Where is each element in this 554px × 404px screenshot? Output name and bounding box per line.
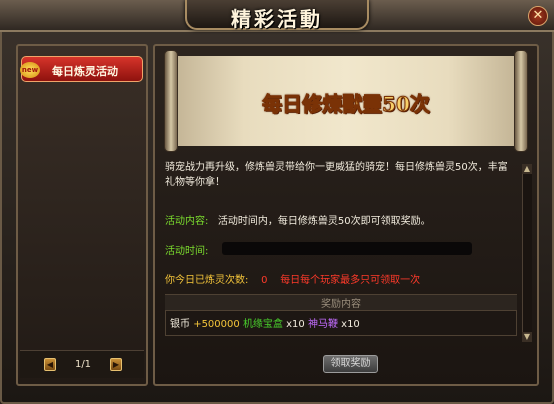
limit-note: 每日每个玩家最多只可领取一次: [280, 275, 421, 286]
new-badge-icon: new: [20, 62, 40, 78]
time-value-redacted: [222, 242, 472, 255]
claim-reward-button[interactable]: 领取奖励: [323, 355, 378, 373]
banner-title: 每日修煉獸靈50次: [262, 92, 431, 117]
count-row: 你今日已炼灵次数: 0 每日每个玩家最多只可领取一次: [165, 271, 420, 287]
event-list-item-daily-refine[interactable]: new 每日炼灵活动: [20, 56, 143, 82]
scroll-rod-right: [514, 50, 528, 152]
event-list-item-label: 每日炼灵活动: [52, 65, 118, 78]
prev-page-button[interactable]: ◀: [44, 358, 56, 371]
page-indicator: 1/1: [74, 359, 92, 370]
reward-item2-qty: x10: [341, 319, 360, 330]
reward-silver-label: 银币: [170, 319, 190, 330]
content-scrollbar[interactable]: [522, 164, 532, 342]
event-description: 骑宠战力再升级，修炼兽灵带给你一更威猛的骑宠！每日修炼兽灵50次，丰富礼物等你拿…: [165, 162, 508, 188]
reward-silver-amount: +500000: [193, 319, 240, 330]
content-text: 活动时间内，每日修炼兽灵50次即可领取奖励。: [217, 216, 431, 227]
count-label: 你今日已炼灵次数:: [165, 275, 249, 286]
scroll-up-icon[interactable]: ▲: [522, 164, 532, 174]
reward-list: 银币 +500000 机缘宝盒 x10 神马鞭 x10: [170, 318, 360, 332]
time-row: 活动时间:: [165, 242, 208, 258]
next-page-button[interactable]: ▶: [110, 358, 122, 371]
reward-item2-name[interactable]: 神马鞭: [308, 319, 338, 330]
event-list-panel: [16, 44, 148, 386]
content-row: 活动内容: 活动时间内，每日修炼兽灵50次即可领取奖励。: [165, 212, 431, 228]
reward-item1-name[interactable]: 机缘宝盒: [243, 319, 283, 330]
reward-item1-qty: x10: [286, 319, 305, 330]
scroll-down-icon[interactable]: ▼: [522, 332, 532, 342]
count-value: 0: [261, 275, 268, 286]
time-label: 活动时间:: [165, 246, 209, 257]
content-label: 活动内容:: [165, 216, 209, 227]
close-button[interactable]: ✕: [528, 6, 548, 26]
reward-header: 奖励内容: [165, 295, 517, 311]
window-title: 精彩活動: [231, 7, 323, 31]
